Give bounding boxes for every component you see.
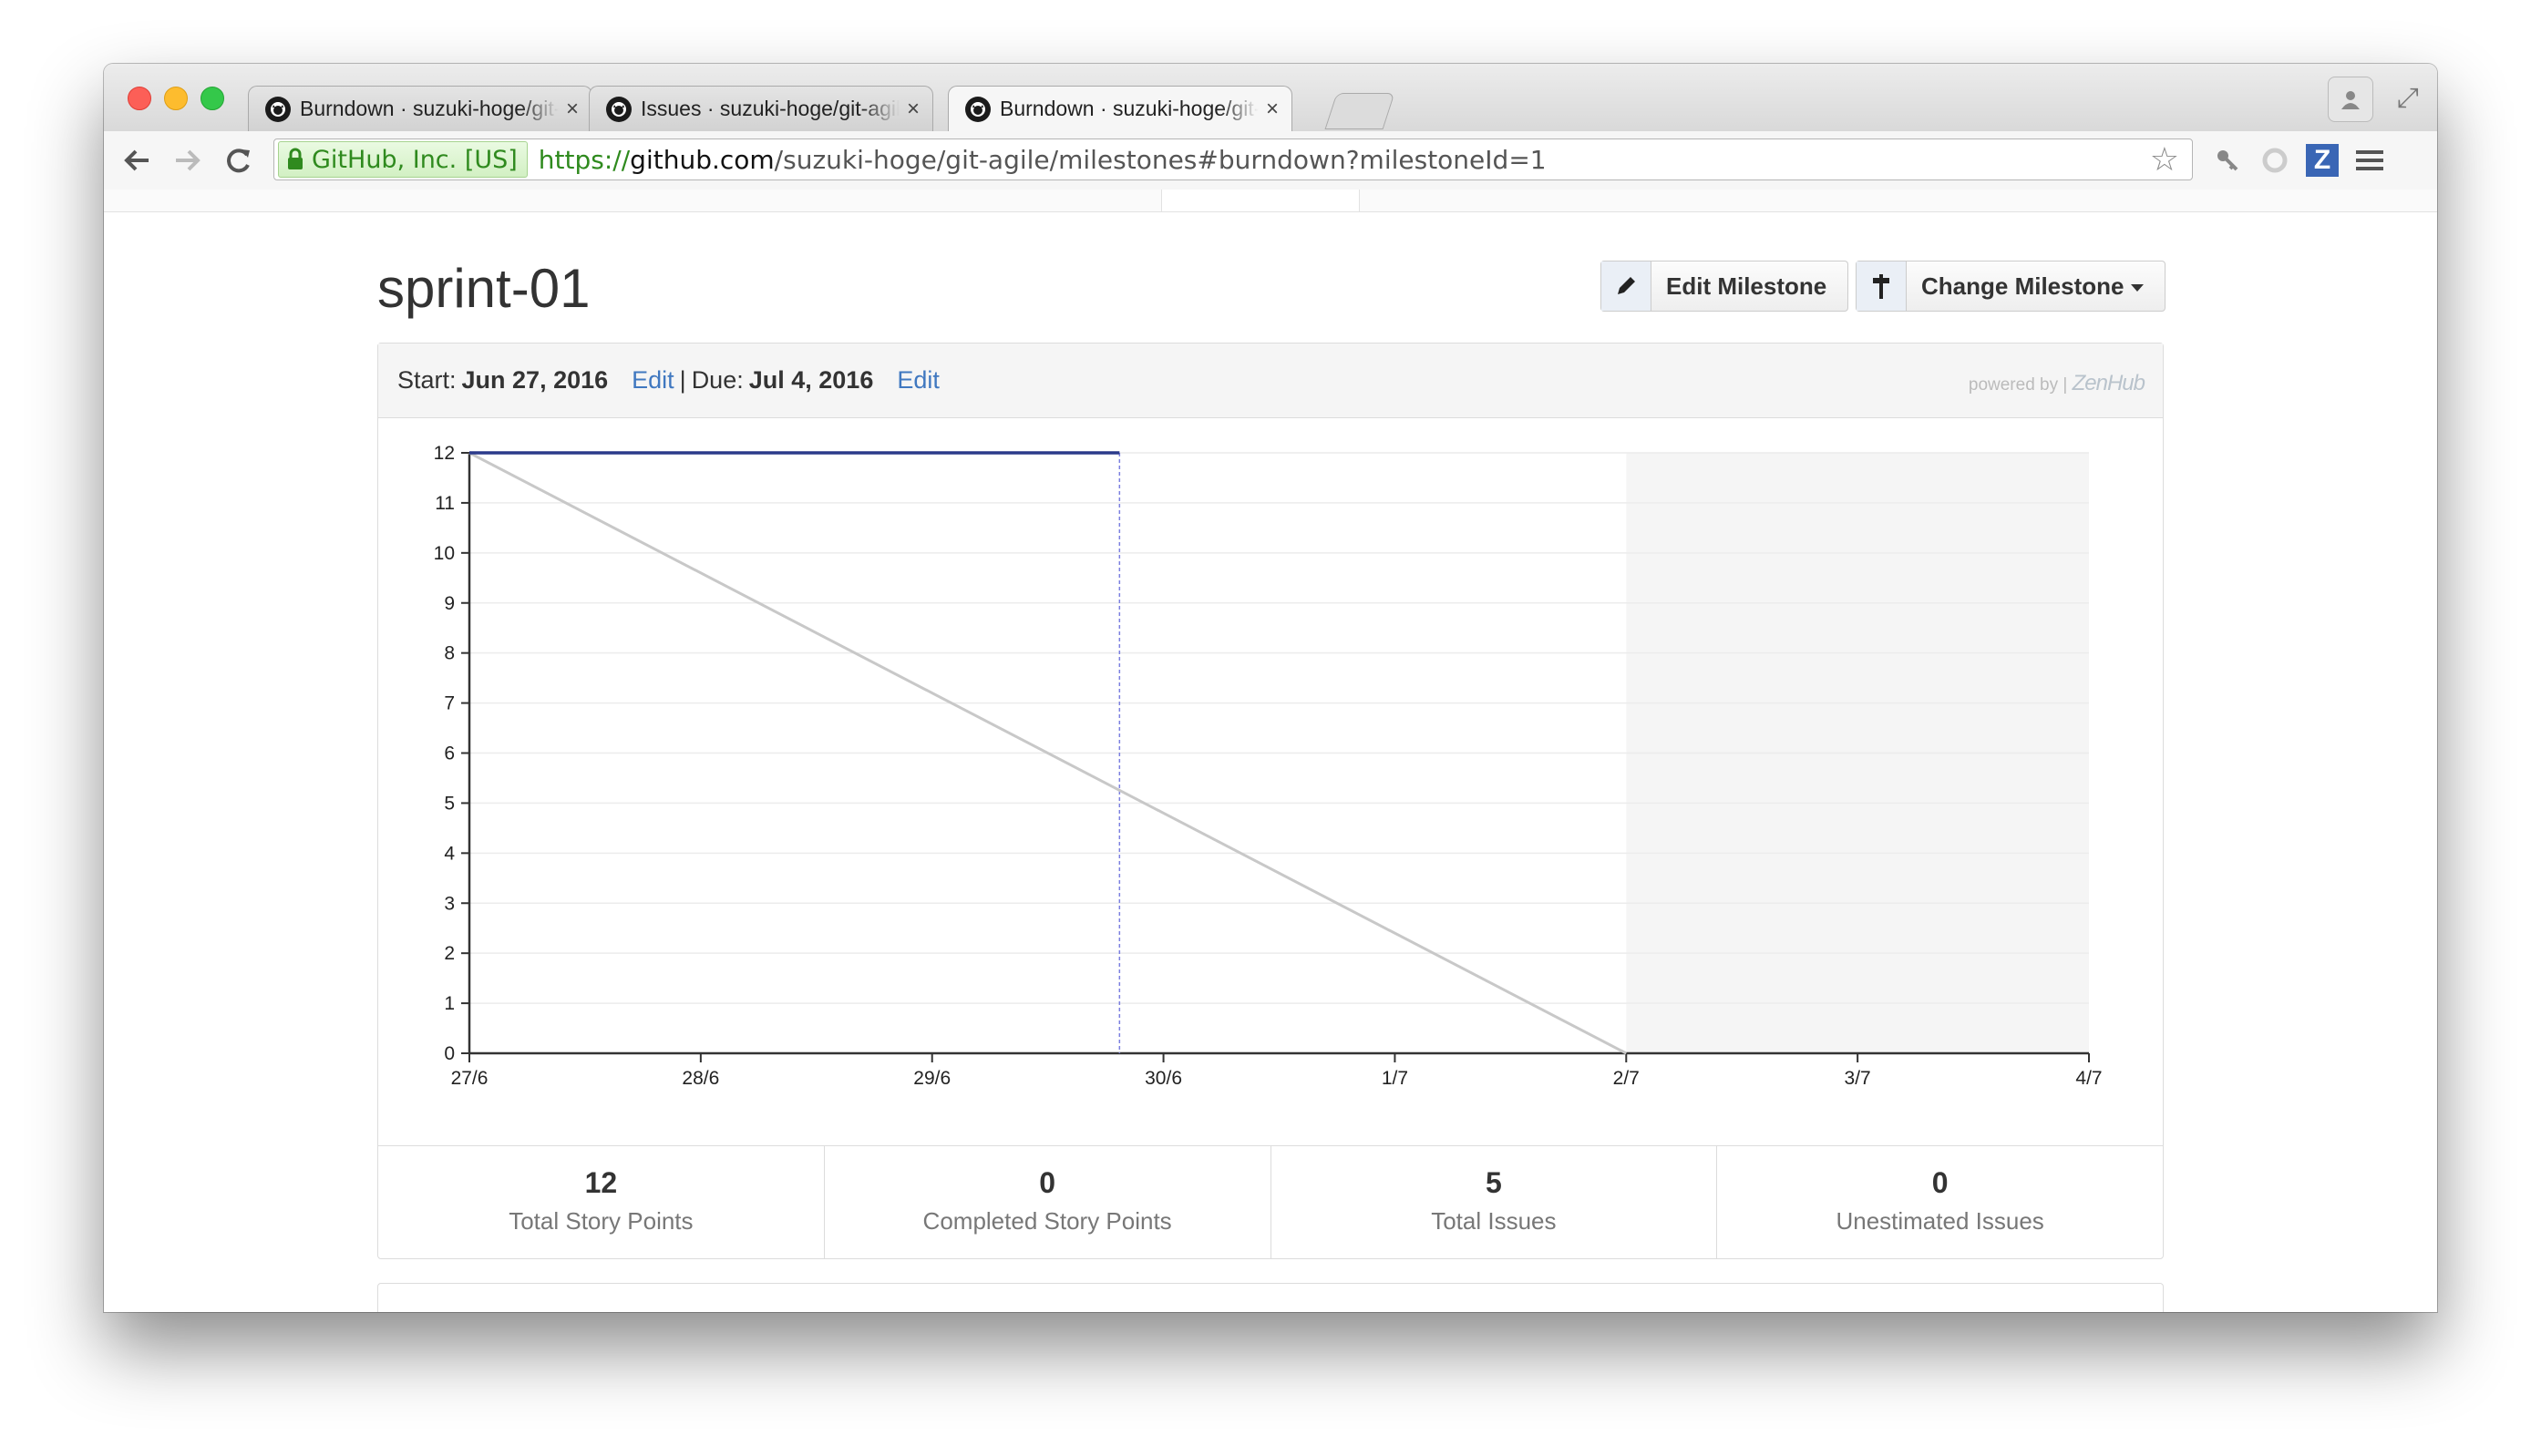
person-icon (2341, 91, 2360, 109)
x-tick-label: 1/7 (1382, 1068, 1408, 1089)
zenhub-extension-icon[interactable]: Z (2304, 142, 2340, 179)
edit-milestone-button[interactable]: Edit Milestone (1600, 261, 1848, 312)
y-tick-label: 12 (434, 443, 455, 464)
tab-close-icon[interactable]: × (907, 97, 920, 122)
github-icon (265, 96, 291, 122)
stat-value: 0 (1931, 1166, 1949, 1199)
ev-certificate-badge[interactable]: GitHub, Inc. [US] (278, 141, 528, 178)
issues-panel (377, 1283, 2164, 1312)
url-path: /suzuki-hoge/git-agile/milestones#burndo… (774, 144, 1547, 175)
edit-due-link[interactable]: Edit (897, 366, 940, 395)
y-tick-label: 1 (444, 993, 455, 1014)
y-tick-label: 8 (444, 643, 455, 664)
change-milestone-label: Change Milestone (1907, 272, 2158, 301)
tab-title: Burndown · suzuki-hoge/git-agile (300, 97, 559, 120)
change-milestone-button[interactable]: Change Milestone (1856, 261, 2166, 312)
profile-button[interactable] (2328, 77, 2373, 122)
browser-tab-3-active[interactable]: Burndown · suzuki-hoge/git-agile × (948, 86, 1292, 131)
y-tick-label: 10 (434, 543, 455, 564)
stat-total-story-points: 12 Total Story Points (378, 1146, 825, 1259)
zenhub-z-label: Z (2306, 144, 2339, 177)
stat-label: Completed Story Points (922, 1207, 1172, 1235)
burndown-chart: 012345678910111227/6 28/6 29/6 30/6 1/7 2/7 3/… (434, 443, 2103, 1089)
url-scheme: https:// (538, 144, 631, 175)
x-tick-label: 4/7 (2075, 1068, 2102, 1089)
fullscreen-icon[interactable]: ⤢ (2390, 80, 2426, 117)
url-host: github.com (630, 144, 775, 175)
subnav-active-tab[interactable] (1161, 190, 1360, 211)
key-extension-icon[interactable] (2209, 142, 2246, 179)
stat-completed-story-points: 0 Completed Story Points (825, 1146, 1271, 1259)
x-tick-label: 2/7 (1613, 1068, 1640, 1089)
y-tick-label: 5 (444, 793, 455, 814)
lock-icon (288, 148, 303, 169)
close-window-button[interactable] (128, 87, 151, 110)
forward-arrow-icon[interactable] (168, 140, 208, 180)
y-tick-label: 0 (444, 1043, 455, 1064)
stat-value: 5 (1485, 1166, 1502, 1199)
back-arrow-icon[interactable] (117, 140, 157, 180)
new-tab-button[interactable] (1324, 93, 1395, 129)
due-date: Jul 4, 2016 (748, 366, 874, 394)
browser-toolbar: GitHub, Inc. [US] https://github.com/suz… (104, 131, 2437, 190)
tab-title: Issues · suzuki-hoge/git-agile (641, 97, 900, 120)
powered-by-zenhub[interactable]: powered by | ZenHub (1969, 371, 2145, 396)
pencil-icon (1601, 261, 1651, 311)
due-label: Due: (691, 366, 744, 394)
zoom-window-button[interactable] (201, 87, 224, 110)
tab-close-icon[interactable]: × (566, 97, 579, 122)
browser-window: Burndown · suzuki-hoge/git-agile × Issue… (104, 64, 2437, 1312)
separator: | (679, 366, 686, 394)
tab-close-icon[interactable]: × (1266, 97, 1279, 122)
edit-start-link[interactable]: Edit (632, 366, 674, 395)
edit-milestone-label: Edit Milestone (1666, 272, 1827, 300)
x-tick-label: 27/6 (451, 1068, 489, 1089)
y-tick-label: 3 (444, 893, 455, 914)
stat-value: 0 (1039, 1166, 1056, 1199)
ev-label: GitHub, Inc. [US] (312, 145, 518, 174)
stat-value: 12 (584, 1166, 618, 1199)
panel-header: Start: Jun 27, 2016 Edit | Due: Jul 4, 2… (378, 343, 2163, 418)
stat-total-issues: 5 Total Issues (1271, 1146, 1718, 1259)
tab-title: Burndown · suzuki-hoge/git-agile (1000, 97, 1259, 120)
repo-subnav (104, 190, 2437, 212)
browser-tab-1[interactable]: Burndown · suzuki-hoge/git-agile × (248, 86, 592, 131)
url-text: https://github.com/suzuki-hoge/git-agile… (539, 145, 1547, 175)
menu-hamburger-icon[interactable] (2351, 142, 2388, 179)
browser-titlebar: Burndown · suzuki-hoge/git-agile × Issue… (104, 64, 2437, 131)
x-tick-label: 28/6 (682, 1068, 719, 1089)
stat-label: Total Issues (1431, 1207, 1557, 1235)
y-tick-label: 11 (435, 493, 455, 514)
stat-label: Total Story Points (509, 1207, 694, 1235)
stats-row: 12 Total Story Points 0 Completed Story … (378, 1145, 2163, 1259)
github-icon (606, 96, 632, 122)
minimize-window-button[interactable] (164, 87, 188, 110)
x-tick-label: 29/6 (913, 1068, 951, 1089)
y-tick-label: 4 (444, 843, 455, 864)
y-tick-label: 6 (444, 743, 455, 764)
sync-extension-icon[interactable] (2257, 142, 2293, 179)
y-tick-label: 2 (444, 943, 455, 964)
milestone-title: sprint-01 (377, 258, 591, 319)
start-label: Start: (397, 366, 457, 394)
browser-tab-2[interactable]: Issues · suzuki-hoge/git-agile × (589, 86, 933, 131)
x-tick-label: 30/6 (1145, 1068, 1182, 1089)
start-date: Jun 27, 2016 (461, 366, 609, 394)
milestone-signpost-icon (1857, 261, 1907, 311)
caret-down-icon (2131, 283, 2145, 292)
stat-label: Unestimated Issues (1836, 1207, 2044, 1235)
burndown-panel: Start: Jun 27, 2016 Edit | Due: Jul 4, 2… (377, 343, 2164, 1259)
y-tick-label: 7 (444, 693, 455, 714)
stat-unestimated-issues: 0 Unestimated Issues (1717, 1146, 2163, 1259)
x-tick-label: 3/7 (1845, 1068, 1871, 1089)
address-bar[interactable]: GitHub, Inc. [US] https://github.com/suz… (273, 138, 2193, 180)
y-tick-label: 9 (444, 593, 455, 614)
github-icon (965, 96, 991, 122)
bookmark-star-icon[interactable]: ☆ (2150, 141, 2179, 179)
reload-icon[interactable] (219, 140, 259, 180)
